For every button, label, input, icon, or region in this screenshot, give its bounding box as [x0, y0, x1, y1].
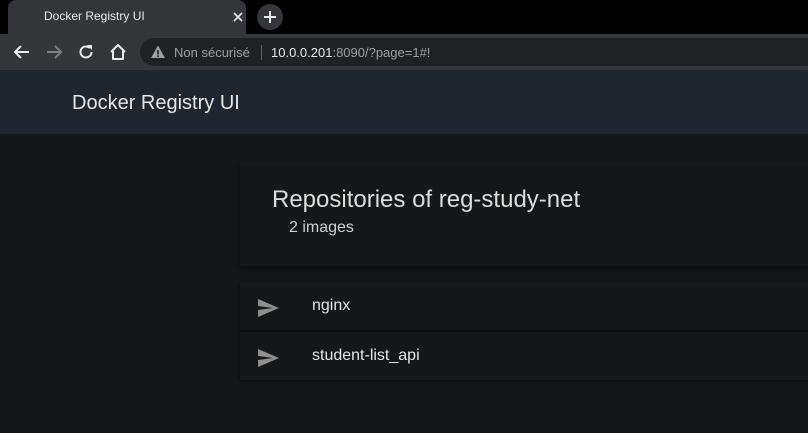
- browser-toolbar: Non sécurisé 10.0.0.201:8090/?page=1#!: [0, 34, 808, 70]
- url-host: 10.0.0.201: [271, 45, 333, 60]
- forward-arrow-icon: [47, 45, 63, 59]
- send-icon: [258, 349, 279, 367]
- reload-icon: [79, 45, 93, 59]
- app-header: Docker Registry UI: [0, 70, 808, 134]
- security-status[interactable]: Non sécurisé: [174, 45, 250, 60]
- browser-tab[interactable]: Docker Registry UI: [8, 0, 246, 34]
- home-icon: [110, 44, 126, 60]
- url-text[interactable]: 10.0.0.201:8090/?page=1#!: [271, 45, 430, 60]
- repositories-summary-card: Repositories of reg-study-net 2 images: [240, 162, 808, 266]
- back-button[interactable]: [10, 40, 34, 64]
- repository-list: nginx student-list_api: [240, 282, 808, 382]
- send-icon: [258, 299, 279, 317]
- plus-icon: [264, 11, 276, 23]
- home-button[interactable]: [106, 40, 130, 64]
- address-bar[interactable]: Non sécurisé 10.0.0.201:8090/?page=1#!: [140, 38, 808, 66]
- url-path: :8090/?page=1#!: [332, 45, 431, 60]
- repository-name: nginx: [312, 297, 351, 314]
- address-separator: [261, 45, 262, 60]
- reload-button[interactable]: [74, 40, 98, 64]
- tab-title: Docker Registry UI: [44, 9, 145, 23]
- page-title: Repositories of reg-study-net: [272, 186, 581, 213]
- main-content: Repositories of reg-study-net 2 images n…: [0, 134, 808, 433]
- back-arrow-icon: [13, 45, 29, 59]
- image-count: 2 images: [289, 219, 354, 236]
- app-title[interactable]: Docker Registry UI: [72, 92, 240, 115]
- list-item[interactable]: nginx: [240, 282, 808, 330]
- list-item[interactable]: student-list_api: [240, 332, 808, 380]
- warning-triangle-icon[interactable]: [150, 44, 166, 60]
- close-icon[interactable]: [230, 9, 246, 25]
- browser-tab-strip: Docker Registry UI: [0, 0, 808, 34]
- new-tab-button[interactable]: [257, 4, 283, 30]
- forward-button[interactable]: [42, 40, 66, 64]
- repository-name: student-list_api: [312, 347, 420, 364]
